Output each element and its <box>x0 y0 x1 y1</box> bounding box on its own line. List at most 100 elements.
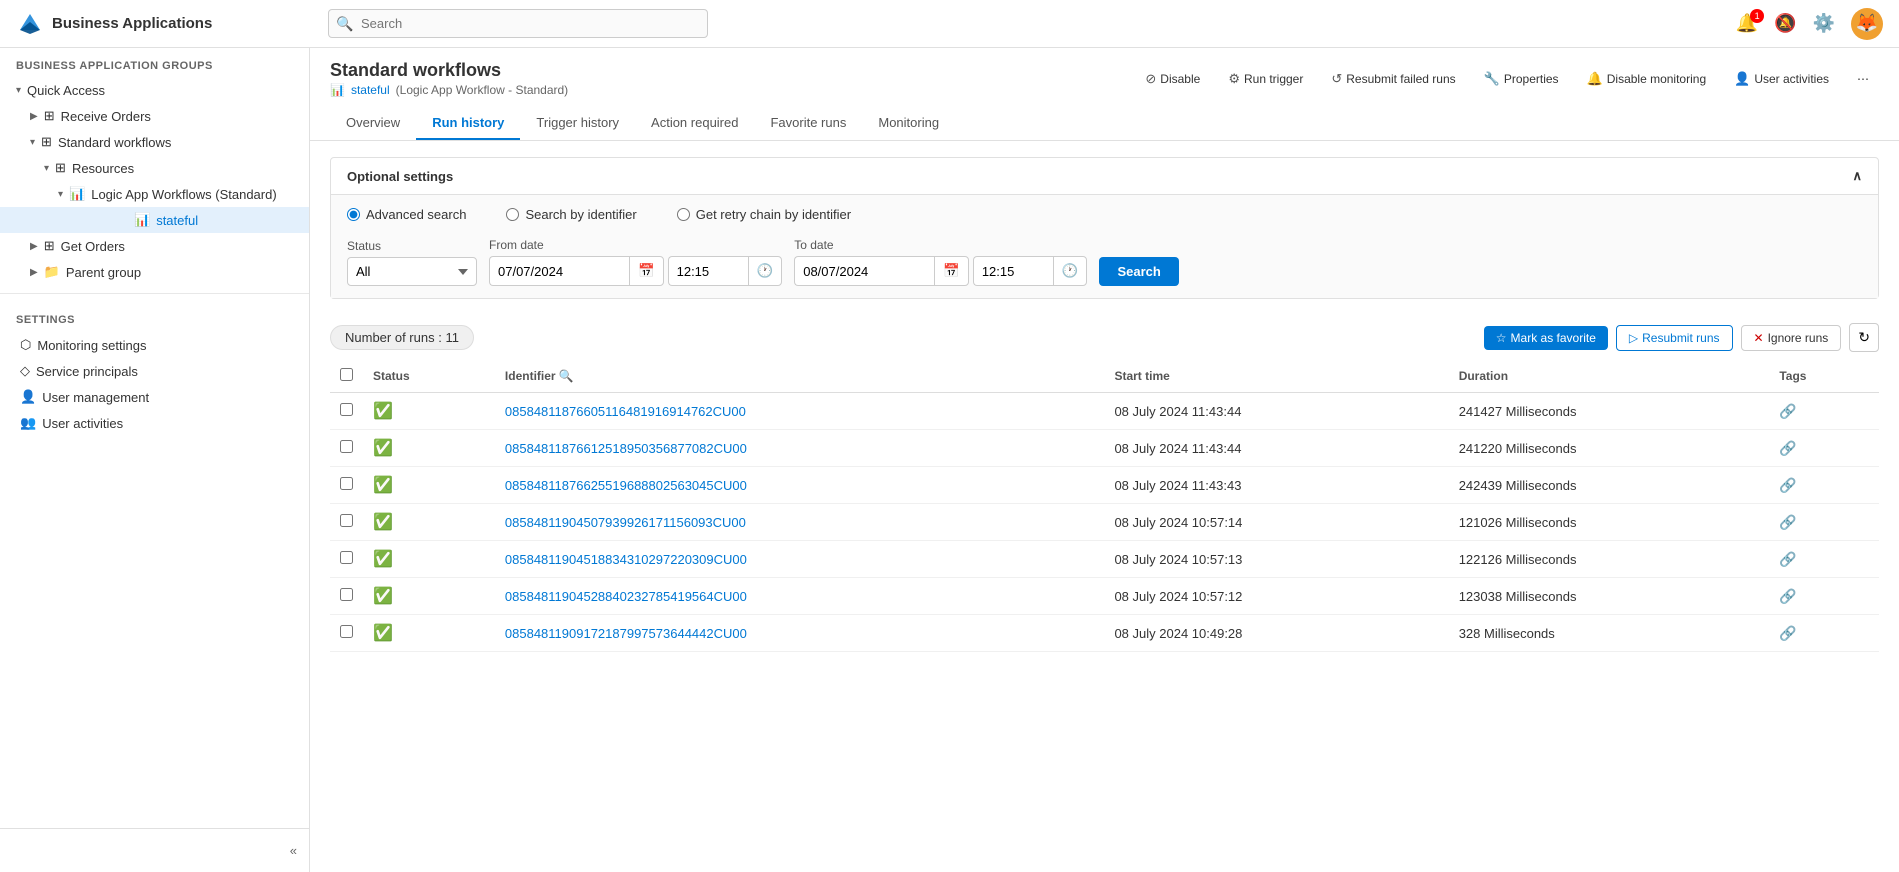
sidebar-item-get-orders[interactable]: ▶ ⊞ Get Orders <box>0 233 309 259</box>
sidebar-item-receive-orders[interactable]: ▶ ⊞ Receive Orders <box>0 103 309 129</box>
identifier-link[interactable]: 08584811876625519688802563045CU00 <box>505 478 747 493</box>
tab-monitoring[interactable]: Monitoring <box>862 107 955 140</box>
select-all-checkbox[interactable] <box>340 368 353 381</box>
radio-get-retry-chain[interactable]: Get retry chain by identifier <box>677 207 851 222</box>
identifier-link[interactable]: 08584811904507939926171156093CU00 <box>505 515 746 530</box>
from-time-input[interactable] <box>668 256 748 286</box>
header-select-all[interactable] <box>330 360 363 393</box>
sidebar-item-logic-app-workflows[interactable]: ▾ 📊 Logic App Workflows (Standard) <box>0 181 309 207</box>
sidebar-item-user-activities[interactable]: 👥 User activities <box>0 410 309 436</box>
row-checkbox-cell[interactable] <box>330 578 363 615</box>
resubmit-runs-button[interactable]: ▷ Resubmit runs <box>1616 325 1733 351</box>
row-checkbox[interactable] <box>340 477 353 490</box>
mark-favorite-button[interactable]: ☆ Mark as favorite <box>1484 326 1608 350</box>
to-time-input[interactable] <box>973 256 1053 286</box>
more-options-button[interactable]: ⋯ <box>1847 67 1879 91</box>
radio-advanced-search[interactable]: Advanced search <box>347 207 466 222</box>
from-date-input[interactable] <box>489 256 629 286</box>
to-date-input[interactable] <box>794 256 934 286</box>
identifier-link[interactable]: 08584811876612518950356877082CU00 <box>505 441 747 456</box>
disable-monitoring-button[interactable]: 🔔 Disable monitoring <box>1577 66 1717 92</box>
row-tags[interactable]: 🔗 <box>1769 615 1879 652</box>
row-identifier[interactable]: 08584811904507939926171156093CU00 <box>495 504 1105 541</box>
row-checkbox-cell[interactable] <box>330 615 363 652</box>
row-checkbox[interactable] <box>340 403 353 416</box>
tab-run-history[interactable]: Run history <box>416 107 520 140</box>
status-filter-group: Status All Succeeded Failed Running Canc… <box>347 239 477 286</box>
sidebar-item-quick-access[interactable]: ▾ Quick Access <box>0 78 309 103</box>
row-identifier[interactable]: 08584811876605116481916914762CU00 <box>495 393 1105 430</box>
search-input[interactable] <box>328 9 708 38</box>
tab-action-required[interactable]: Action required <box>635 107 754 140</box>
properties-button[interactable]: 🔧 Properties <box>1474 66 1569 92</box>
row-tags[interactable]: 🔗 <box>1769 467 1879 504</box>
from-date-calendar-icon[interactable]: 📅 <box>629 256 664 286</box>
row-checkbox-cell[interactable] <box>330 430 363 467</box>
optional-settings-header[interactable]: Optional settings ∧ <box>331 158 1878 194</box>
link-icon[interactable]: 🔗 <box>1779 403 1796 419</box>
subtitle-text[interactable]: stateful <box>351 83 390 97</box>
row-tags[interactable]: 🔗 <box>1769 578 1879 615</box>
link-icon[interactable]: 🔗 <box>1779 551 1796 567</box>
link-icon[interactable]: 🔗 <box>1779 625 1796 641</box>
row-status: ✅ <box>363 578 495 615</box>
row-identifier[interactable]: 08584811904528840232785419564CU00 <box>495 578 1105 615</box>
sidebar-item-standard-workflows[interactable]: ▾ ⊞ Standard workflows <box>0 129 309 155</box>
row-identifier[interactable]: 08584811876612518950356877082CU00 <box>495 430 1105 467</box>
disable-button[interactable]: ⊘ Disable <box>1135 66 1210 92</box>
row-checkbox[interactable] <box>340 588 353 601</box>
sidebar-item-user-management[interactable]: 👤 User management <box>0 384 309 410</box>
identifier-search-icon[interactable]: 🔍 <box>559 369 574 383</box>
sidebar-item-service-principals[interactable]: ◇ Service principals <box>0 358 309 384</box>
collapse-sidebar-button[interactable]: « <box>0 837 309 864</box>
alert-icon[interactable]: 🔕 <box>1774 13 1796 34</box>
table-row: ✅ 08584811904518834310297220309CU00 08 J… <box>330 541 1879 578</box>
resubmit-failed-runs-button[interactable]: ↺ Resubmit failed runs <box>1321 66 1465 92</box>
search-button[interactable]: Search <box>1099 257 1178 286</box>
collapse-settings-icon[interactable]: ∧ <box>1852 168 1862 184</box>
sidebar-item-parent-group[interactable]: ▶ 📁 Parent group <box>0 259 309 285</box>
from-time-clock-icon[interactable]: 🕐 <box>748 256 783 286</box>
row-checkbox[interactable] <box>340 625 353 638</box>
sidebar-item-resources[interactable]: ▾ ⊞ Resources <box>0 155 309 181</box>
row-checkbox-cell[interactable] <box>330 467 363 504</box>
tab-overview[interactable]: Overview <box>330 107 416 140</box>
to-date-calendar-icon[interactable]: 📅 <box>934 256 969 286</box>
row-tags[interactable]: 🔗 <box>1769 541 1879 578</box>
link-icon[interactable]: 🔗 <box>1779 440 1796 456</box>
row-checkbox-cell[interactable] <box>330 393 363 430</box>
status-select[interactable]: All Succeeded Failed Running Cancelled <box>347 257 477 286</box>
row-tags[interactable]: 🔗 <box>1769 430 1879 467</box>
row-checkbox-cell[interactable] <box>330 504 363 541</box>
link-icon[interactable]: 🔗 <box>1779 514 1796 530</box>
sidebar-item-monitoring-settings[interactable]: ⬡ Monitoring settings <box>0 332 309 358</box>
run-trigger-button[interactable]: ⚙ Run trigger <box>1218 66 1313 92</box>
link-icon[interactable]: 🔗 <box>1779 588 1796 604</box>
identifier-link[interactable]: 08584811876605116481916914762CU00 <box>505 404 746 419</box>
row-identifier[interactable]: 08584811909172187997573644442CU00 <box>495 615 1105 652</box>
identifier-link[interactable]: 08584811904518834310297220309CU00 <box>505 552 747 567</box>
row-checkbox[interactable] <box>340 440 353 453</box>
ignore-runs-button[interactable]: ✕ Ignore runs <box>1741 325 1842 351</box>
link-icon[interactable]: 🔗 <box>1779 477 1796 493</box>
tab-favorite-runs[interactable]: Favorite runs <box>754 107 862 140</box>
row-tags[interactable]: 🔗 <box>1769 504 1879 541</box>
user-activities-button[interactable]: 👤 User activities <box>1724 66 1839 92</box>
notification-bell-icon[interactable]: 🔔 1 <box>1736 13 1758 34</box>
row-checkbox[interactable] <box>340 514 353 527</box>
row-checkbox[interactable] <box>340 551 353 564</box>
avatar[interactable]: 🦊 <box>1851 8 1883 40</box>
to-time-clock-icon[interactable]: 🕐 <box>1053 256 1088 286</box>
refresh-button[interactable]: ↻ <box>1849 323 1879 352</box>
tab-trigger-history[interactable]: Trigger history <box>520 107 635 140</box>
row-tags[interactable]: 🔗 <box>1769 393 1879 430</box>
sidebar-item-stateful[interactable]: 📊 stateful <box>0 207 309 233</box>
identifier-link[interactable]: 08584811909172187997573644442CU00 <box>505 626 747 641</box>
row-checkbox-cell[interactable] <box>330 541 363 578</box>
identifier-link[interactable]: 08584811904528840232785419564CU00 <box>505 589 747 604</box>
search-bar[interactable]: 🔍 <box>328 9 708 38</box>
row-identifier[interactable]: 08584811904518834310297220309CU00 <box>495 541 1105 578</box>
row-identifier[interactable]: 08584811876625519688802563045CU00 <box>495 467 1105 504</box>
settings-icon[interactable]: ⚙️ <box>1813 13 1835 34</box>
radio-search-by-identifier[interactable]: Search by identifier <box>506 207 636 222</box>
